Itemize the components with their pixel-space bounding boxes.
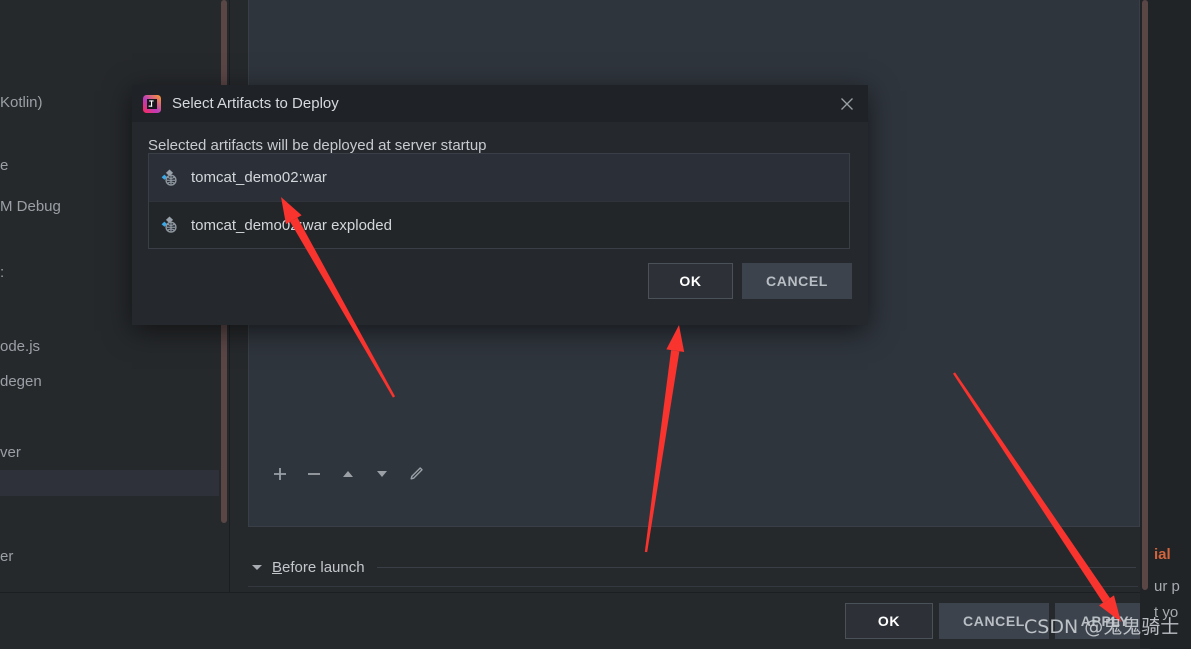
artifact-label: tomcat_demo02:war exploded (191, 216, 392, 234)
remove-artifact-button[interactable] (301, 461, 327, 487)
move-down-button[interactable] (369, 461, 395, 487)
artifact-icon (160, 215, 180, 235)
dialog-titlebar[interactable]: Select Artifacts to Deploy (132, 85, 868, 122)
settings-tree-item-label: ver (0, 444, 21, 461)
settings-tree-item-label: : (0, 264, 5, 281)
artifact-icon (160, 168, 180, 188)
settings-tree-item[interactable] (0, 470, 219, 496)
add-artifact-button[interactable] (267, 461, 293, 487)
settings-tree-item[interactable]: e (0, 153, 8, 179)
settings-tree-item[interactable]: : (0, 260, 4, 286)
background-text-fragment: ial (1154, 546, 1171, 563)
settings-button-bar: OK CANCEL APPLY (0, 592, 1155, 649)
settings-tree-item[interactable]: ver (0, 440, 21, 466)
move-up-button[interactable] (335, 461, 361, 487)
dialog-cancel-button[interactable]: CANCEL (742, 263, 852, 299)
background-text-fragment: ur p (1154, 578, 1180, 595)
settings-tree-item[interactable]: Kotlin) (0, 90, 43, 116)
settings-ok-button[interactable]: OK (845, 603, 933, 639)
before-launch-rest: efore launch (282, 558, 365, 576)
dialog-ok-button[interactable]: OK (648, 263, 733, 299)
before-launch-section[interactable]: Before launch (248, 552, 1138, 582)
csdn-watermark: CSDN @鬼鬼骑士 (1024, 616, 1180, 638)
before-launch-rule (376, 566, 1136, 568)
settings-tree-item-label: M Debug (0, 198, 61, 215)
before-launch-sub-rule (248, 586, 1138, 587)
edit-pencil-icon[interactable] (403, 461, 429, 487)
select-artifacts-dialog[interactable]: Select Artifacts to Deploy Selected arti… (132, 85, 868, 325)
settings-tree-item[interactable]: er (0, 544, 13, 570)
settings-tree-item-label: er (0, 548, 14, 565)
settings-tree-item-label: degen (0, 373, 42, 390)
chevron-down-icon[interactable] (248, 558, 266, 576)
close-icon[interactable] (834, 91, 860, 117)
right-scrollbar-thumb[interactable] (1142, 0, 1148, 590)
dialog-button-row: OK CANCEL (132, 263, 868, 323)
artifact-row[interactable]: tomcat_demo02:war (149, 154, 849, 201)
artifact-label: tomcat_demo02:war (191, 169, 327, 186)
settings-tree-item-label: Kotlin) (0, 94, 43, 111)
dialog-subtitle: Selected artifacts will be deployed at s… (148, 137, 487, 154)
dialog-title: Select Artifacts to Deploy (172, 95, 339, 112)
settings-tree-item-label: e (0, 157, 9, 174)
intellij-idea-logo-icon (142, 94, 162, 114)
settings-tree-item[interactable]: ode.js (0, 334, 40, 360)
settings-tree-item[interactable]: degen (0, 369, 42, 395)
settings-tree-item-label: ode.js (0, 338, 41, 355)
settings-tree-item[interactable]: M Debug (0, 194, 61, 220)
deployment-toolbar[interactable] (249, 456, 1139, 492)
before-launch-mnemonic: B (272, 558, 283, 576)
artifact-list[interactable]: tomcat_demo02:war tomcat_demo02:war explo… (148, 153, 850, 249)
artifact-row[interactable]: tomcat_demo02:war exploded (149, 201, 849, 248)
before-launch-label: Before launch (272, 559, 365, 576)
background-help-text-sliver: ial ur pt yo (1150, 0, 1191, 648)
